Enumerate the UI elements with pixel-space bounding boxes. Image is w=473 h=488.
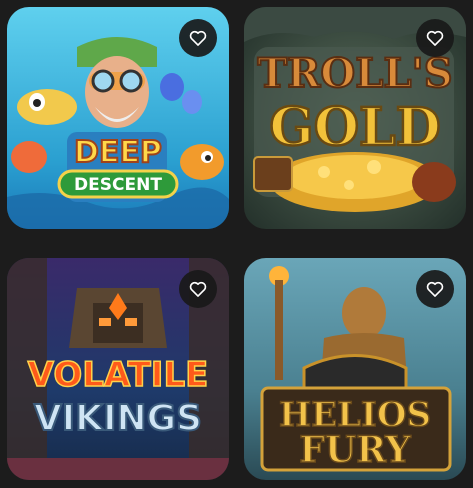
game-tile-helios-fury[interactable]: HELIOS FURY	[244, 258, 466, 480]
game-grid: DEEP DESCENT TROLL'S GOLD VOLATILE VIKIN…	[0, 0, 473, 488]
favorite-button-helios-fury[interactable]	[416, 270, 454, 308]
game-tile-deep-descent[interactable]: DEEP DESCENT	[7, 7, 229, 229]
favorite-button-volatile-vikings[interactable]	[179, 270, 217, 308]
favorite-button-deep-descent[interactable]	[179, 19, 217, 57]
favorite-button-trolls-gold[interactable]	[416, 19, 454, 57]
heart-outline-icon	[189, 30, 207, 46]
helios-fury-title-line2: FURY	[299, 429, 412, 471]
deep-descent-title-line1: DEEP	[74, 135, 162, 170]
heart-outline-icon	[426, 281, 444, 297]
trolls-gold-title-line2: GOLD	[269, 97, 440, 158]
trolls-gold-title-line1: TROLL'S	[257, 50, 452, 97]
volatile-vikings-title-line2: VIKINGS	[34, 398, 202, 439]
volatile-vikings-title-line1: VOLATILE	[28, 355, 209, 395]
game-tile-trolls-gold[interactable]: TROLL'S GOLD	[244, 7, 466, 229]
game-tile-volatile-vikings[interactable]: VOLATILE VIKINGS	[7, 258, 229, 480]
deep-descent-title-line2: DESCENT	[74, 175, 162, 195]
heart-outline-icon	[189, 281, 207, 297]
heart-outline-icon	[426, 30, 444, 46]
